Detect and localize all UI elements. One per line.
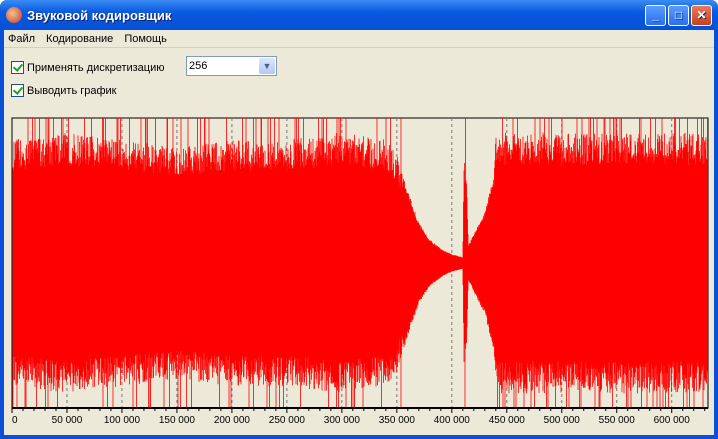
x-tick-label: 500 000 xyxy=(544,415,581,426)
x-tick-label: 600 000 xyxy=(654,415,691,426)
maximize-button[interactable]: □ xyxy=(668,4,689,26)
x-tick-label: 250 000 xyxy=(269,415,306,426)
minimize-button[interactable]: _ xyxy=(645,4,666,26)
title-bar: Звуковой кодировщик _ □ ✕ xyxy=(0,0,718,30)
x-tick-label: 0 xyxy=(12,415,18,426)
close-button[interactable]: ✕ xyxy=(691,4,712,26)
x-tick-label: 550 000 xyxy=(599,415,636,426)
x-tick-label: 350 000 xyxy=(379,415,416,426)
x-tick-label: 450 000 xyxy=(489,415,526,426)
app-icon xyxy=(6,7,22,23)
x-tick-label: 400 000 xyxy=(434,415,471,426)
x-tick-label: 50 000 xyxy=(52,415,83,426)
x-tick-label: 300 000 xyxy=(324,415,361,426)
x-tick-label: 100 000 xyxy=(104,415,141,426)
window-title: Звуковой кодировщик xyxy=(27,7,172,23)
x-tick-label: 200 000 xyxy=(214,415,251,426)
x-tick-label: 150 000 xyxy=(159,415,196,426)
waveform xyxy=(12,118,708,408)
waveform-chart: 0 50 000 100 000 150 000 200 000 250 000 300 0… xyxy=(11,117,709,426)
client-area: Файл Кодирование Помощь Применять дискре… xyxy=(4,30,714,435)
